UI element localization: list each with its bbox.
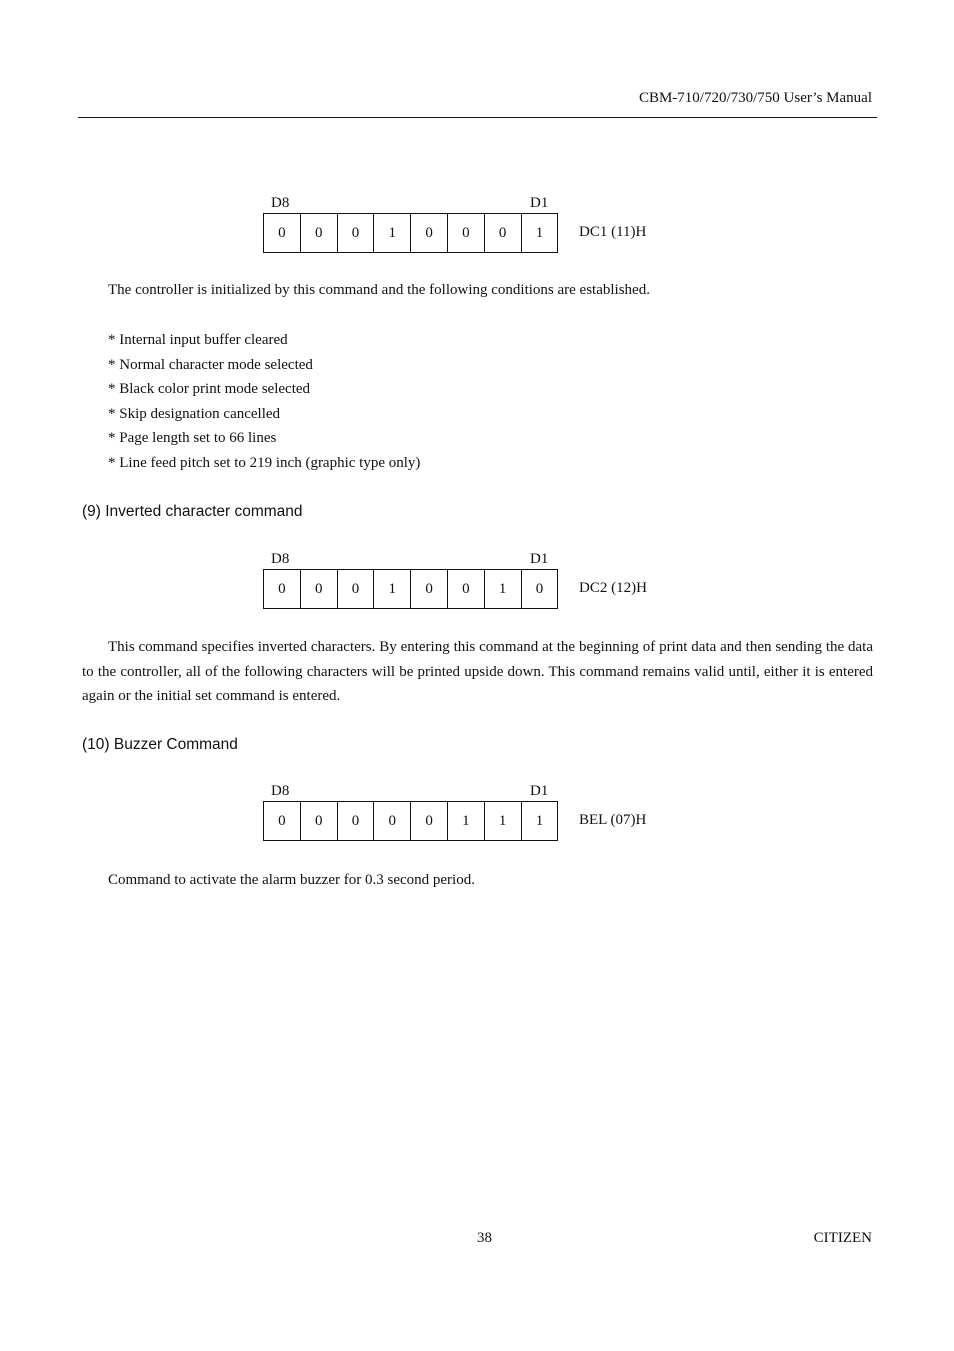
list-item: * Page length set to 66 lines [108, 430, 277, 447]
bit-cell: 1 [522, 802, 559, 840]
buzzer-description: Command to activate the alarm buzzer for… [108, 872, 475, 888]
bit-label-d1: D1 [530, 783, 549, 799]
bit-label-d1: D1 [530, 195, 549, 211]
command-code: BEL (07)H [579, 812, 647, 828]
bit-cell: 0 [301, 214, 338, 252]
list-item: * Skip designation cancelled [108, 405, 281, 422]
bit-cell: 0 [338, 214, 375, 252]
bit-cell: 0 [301, 570, 338, 608]
bit-cell: 1 [485, 570, 522, 608]
list-item: * Black color print mode selected [108, 381, 311, 398]
list-item: * Internal input buffer cleared [108, 332, 288, 348]
bit-label-d8: D8 [271, 195, 290, 211]
bit-cell: 0 [448, 214, 485, 252]
list-item: * Normal character mode selected [108, 356, 313, 373]
page-number: 38 [477, 1230, 492, 1246]
bit-cell: 0 [338, 570, 375, 608]
bit-cell: 0 [301, 802, 338, 840]
bit-cell: 0 [522, 570, 559, 608]
bit-cell: 1 [522, 214, 559, 252]
footer-brand: CITIZEN [813, 1230, 872, 1246]
bit-cell: 0 [264, 570, 301, 608]
header-divider [78, 117, 877, 118]
bit-cell: 0 [485, 214, 522, 252]
command-code: DC1 (11)H [579, 224, 647, 240]
bit-row: 0 0 0 0 0 1 1 1 [263, 801, 559, 841]
bit-label-d8: D8 [271, 783, 290, 799]
bit-cell: 0 [411, 802, 448, 840]
inverted-description: This command specifies inverted characte… [82, 639, 873, 704]
command-code: DC2 (12)H [579, 580, 647, 596]
bit-cell: 0 [338, 802, 375, 840]
section-heading-buzzer: (10) Buzzer Command [82, 736, 238, 753]
bit-row: 0 0 0 1 0 0 0 1 [263, 213, 559, 253]
bit-cell: 0 [264, 214, 301, 252]
bit-cell: 1 [374, 214, 412, 252]
bit-cell: 0 [448, 570, 485, 608]
bit-cell: 0 [411, 214, 448, 252]
init-description: The controller is initialized by this co… [108, 282, 650, 298]
bit-row: 0 0 0 1 0 0 1 0 [263, 569, 559, 609]
bit-label-d8: D8 [271, 551, 290, 567]
bit-cell: 1 [448, 802, 485, 840]
bit-cell: 1 [485, 802, 522, 840]
bit-label-d1: D1 [530, 551, 549, 567]
list-item: * Line feed pitch set to 219 inch (graph… [108, 454, 421, 471]
bit-cell: 0 [411, 570, 448, 608]
bit-cell: 0 [264, 802, 301, 840]
header-title: CBM-710/720/730/750 User’s Manual [638, 90, 872, 106]
bit-cell: 0 [374, 802, 412, 840]
init-conditions-list: * Internal input buffer cleared * Normal… [108, 328, 420, 476]
section-heading-inverted: (9) Inverted character command [82, 503, 303, 520]
bit-cell: 1 [374, 570, 412, 608]
